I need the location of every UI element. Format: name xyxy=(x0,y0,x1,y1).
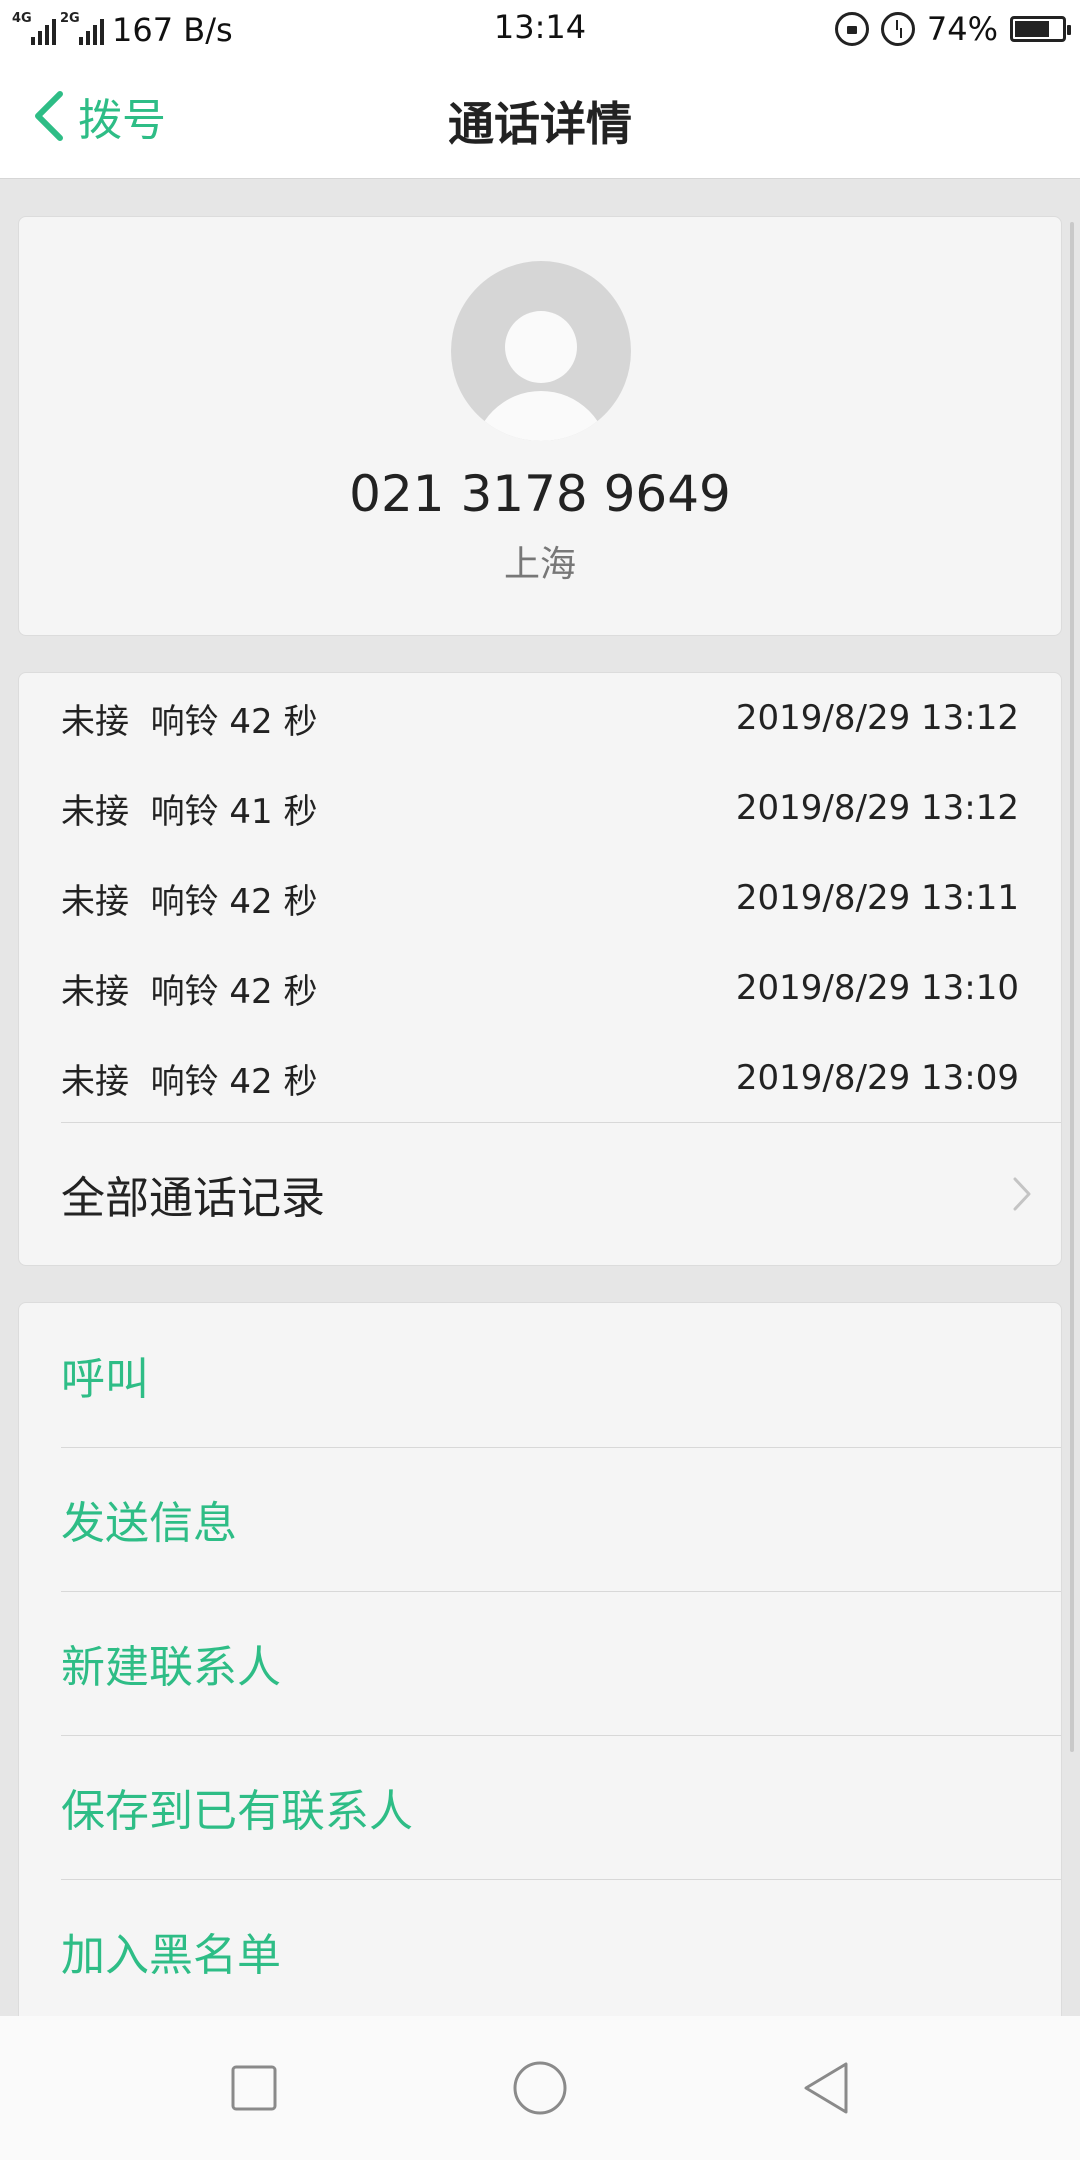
call-log-row: 未接 响铃 42 秒 2019/8/29 13:11 xyxy=(61,853,1019,943)
call-status: 未接 响铃 42 秒 xyxy=(61,881,318,922)
scrollbar[interactable] xyxy=(1070,222,1074,1752)
rotation-lock-icon xyxy=(834,12,869,46)
phone-number: 021 3178 9649 xyxy=(349,465,731,523)
call-log-row: 未接 响铃 42 秒 2019/8/29 13:09 xyxy=(61,1033,1019,1123)
avatar-body xyxy=(473,391,609,441)
new-contact-button[interactable]: 新建联系人 xyxy=(61,1591,1061,1736)
call-time: 2019/8/29 13:12 xyxy=(735,788,1019,828)
avatar-head xyxy=(505,311,577,383)
battery-percentage: 74% xyxy=(926,10,998,48)
send-message-button[interactable]: 发送信息 xyxy=(61,1447,1061,1592)
battery-icon xyxy=(1010,16,1071,42)
page-title: 通话详情 xyxy=(448,97,632,151)
call-log-row: 未接 响铃 42 秒 2019/8/29 13:10 xyxy=(61,943,1019,1033)
call-time: 2019/8/29 13:10 xyxy=(735,968,1019,1008)
all-call-records-button[interactable]: 全部通话记录 xyxy=(61,1123,1033,1265)
call-status: 未接 响铃 42 秒 xyxy=(61,971,318,1012)
navigation-bar xyxy=(0,2016,1080,2160)
call-status: 未接 响铃 42 秒 xyxy=(61,1061,318,1102)
contact-card: 021 3178 9649 上海 xyxy=(18,216,1062,636)
home-icon[interactable] xyxy=(508,2056,572,2120)
save-to-existing-contact-button[interactable]: 保存到已有联系人 xyxy=(61,1735,1061,1880)
call-button[interactable]: 呼叫 xyxy=(61,1303,1061,1448)
number-location: 上海 xyxy=(503,544,576,585)
call-status: 未接 响铃 42 秒 xyxy=(61,701,318,742)
actions-card: 呼叫 发送信息 新建联系人 保存到已有联系人 加入黑名单 xyxy=(18,1302,1062,2022)
call-log-row: 未接 响铃 41 秒 2019/8/29 13:12 xyxy=(61,763,1019,853)
back-triangle-icon[interactable] xyxy=(796,2056,860,2120)
call-time: 2019/8/29 13:12 xyxy=(735,698,1019,738)
call-time: 2019/8/29 13:11 xyxy=(735,878,1019,918)
call-log-row: 未接 响铃 42 秒 2019/8/29 13:12 xyxy=(61,673,1019,763)
status-right: 74% xyxy=(834,9,1071,49)
call-status: 未接 响铃 41 秒 xyxy=(61,791,318,832)
recent-apps-icon[interactable] xyxy=(222,2056,286,2120)
status-bar: 4G 2G 167 B/s 13:14 74% xyxy=(0,0,1080,58)
avatar xyxy=(451,261,631,441)
chevron-right-icon xyxy=(1013,1177,1031,1211)
all-call-records-label: 全部通话记录 xyxy=(61,1173,325,1224)
battery-level xyxy=(1015,21,1049,37)
call-history-card: 未接 响铃 42 秒 2019/8/29 13:12 未接 响铃 41 秒 20… xyxy=(18,672,1062,1266)
call-time: 2019/8/29 13:09 xyxy=(735,1058,1019,1098)
add-to-blacklist-button[interactable]: 加入黑名单 xyxy=(61,1879,1061,2023)
app-header: 拨号 通话详情 xyxy=(0,58,1080,179)
screen: 4G 2G 167 B/s 13:14 74% 拨号 通话详情 021 3178… xyxy=(0,0,1080,2160)
alarm-icon xyxy=(880,12,915,46)
